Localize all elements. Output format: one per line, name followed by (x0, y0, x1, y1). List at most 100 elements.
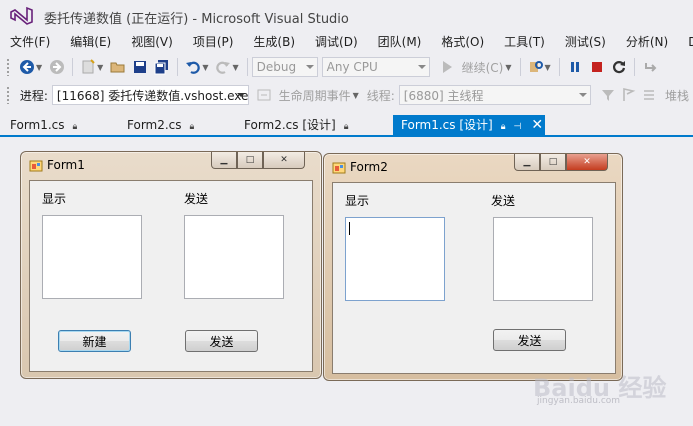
form2-window[interactable]: Form2 ▁ □ ✕ 显示 发送 发送 (323, 153, 623, 381)
debug-location-toolbar: 进程: [11668] 委托传递数值.vshost.exe 生命周期事件 ▼ 线… (0, 82, 693, 108)
stack-frame-button[interactable] (642, 86, 659, 104)
lifecycle-events-label[interactable]: 生命周期事件 (279, 87, 351, 104)
lock-icon: 🔒︎ (189, 122, 195, 132)
form-icon (332, 162, 346, 174)
restart-button[interactable] (610, 58, 628, 76)
lock-icon: 🔒︎ (72, 122, 78, 132)
return-arrow-icon (644, 63, 657, 72)
chevron-down-icon (305, 65, 314, 69)
restart-icon (612, 61, 625, 74)
toolbar-separator (519, 58, 521, 76)
open-file-button[interactable] (109, 58, 127, 76)
watermark-url: jingyan.baidu.com (537, 396, 621, 406)
thread-select[interactable]: [6880] 主线程 (398, 85, 592, 105)
continue-dropdown-icon[interactable]: ▼ (505, 63, 511, 72)
show-next-statement-button[interactable] (641, 58, 659, 76)
close-button[interactable]: ✕ (263, 152, 305, 169)
menu-test[interactable]: 测试(S) (555, 32, 616, 52)
pin-icon[interactable]: ⊣ (514, 122, 522, 132)
process-label: 进程: (19, 88, 48, 103)
maximize-icon: □ (245, 155, 255, 165)
forward-button[interactable] (48, 58, 66, 76)
continue-label[interactable]: 继续(C) (462, 59, 504, 76)
stop-debugging-button[interactable] (588, 58, 606, 76)
menu-format[interactable]: 格式(O) (431, 32, 494, 52)
forward-arrow-icon (50, 60, 65, 74)
close-icon: ✕ (583, 157, 591, 167)
new-dropdown-icon[interactable]: ▼ (97, 63, 103, 72)
new-project-button[interactable] (79, 58, 97, 76)
toolbar-grip[interactable] (6, 58, 10, 76)
close-button[interactable]: ✕ (566, 154, 608, 171)
back-dropdown-icon[interactable]: ▼ (36, 63, 42, 72)
toolbar-separator (246, 58, 248, 76)
tab-label: Form1.cs (10, 118, 65, 132)
form1-send-button[interactable]: 发送 (185, 330, 258, 352)
tab-form1-design[interactable]: Form1.cs [设计] 🔒︎ ⊣ ✕ (393, 115, 545, 135)
menu-tools[interactable]: 工具(T) (494, 32, 555, 52)
menu-view[interactable]: 视图(V) (121, 32, 183, 52)
form2-title: Form2 (350, 160, 388, 174)
stop-icon (591, 62, 602, 72)
menu-build[interactable]: 生成(B) (243, 32, 305, 52)
minimize-icon: ▁ (220, 155, 228, 165)
continue-button[interactable] (438, 58, 456, 76)
tab-form2-cs[interactable]: Form2.cs 🔒︎ (119, 115, 231, 135)
break-all-button[interactable] (566, 58, 584, 76)
title-bar: 委托传递数值 (正在运行) - Microsoft Visual Studio (0, 0, 693, 32)
toggle-thread-flag-button[interactable] (599, 86, 616, 104)
document-tab-strip: Form1.cs 🔒︎ Form2.cs 🔒︎ Form2.cs [设计] 🔒︎ Fo… (0, 115, 693, 137)
redo-button[interactable] (214, 58, 232, 76)
stack-frame-label: 堆栈 (665, 88, 690, 103)
minimize-button[interactable]: ▁ (211, 152, 237, 169)
form2-display-textbox[interactable] (345, 217, 445, 301)
close-icon[interactable]: ✕ (531, 115, 543, 135)
find-dropdown-icon[interactable]: ▼ (545, 63, 551, 72)
form2-label-display: 显示 (345, 194, 370, 208)
menu-project[interactable]: 项目(P) (183, 32, 244, 52)
save-button[interactable] (131, 58, 149, 76)
form1-client-area: 显示 发送 新建 发送 (29, 180, 313, 372)
back-button[interactable] (18, 58, 36, 76)
filter-icon (601, 90, 614, 101)
menu-file[interactable]: 文件(F) (0, 32, 60, 52)
process-select[interactable]: [11668] 委托传递数值.vshost.exe (51, 85, 250, 105)
tab-form2-design[interactable]: Form2.cs [设计] 🔒︎ (236, 115, 388, 135)
minimize-button[interactable]: ▁ (514, 154, 540, 171)
lifecycle-events-button[interactable] (255, 86, 272, 104)
menu-team[interactable]: 团队(M) (368, 32, 432, 52)
form2-send-textbox[interactable] (493, 217, 593, 301)
save-icon (134, 61, 147, 73)
maximize-button[interactable]: □ (237, 152, 263, 169)
form2-send-button[interactable]: 发送 (493, 329, 566, 351)
redo-dropdown-icon[interactable]: ▼ (232, 63, 238, 72)
toolbar-separator (72, 58, 74, 76)
menu-dev[interactable]: Dev (678, 32, 693, 52)
solution-platform-select[interactable]: Any CPU (321, 57, 430, 77)
form1-new-button[interactable]: 新建 (58, 330, 131, 352)
back-arrow-icon (20, 60, 34, 74)
show-flagged-threads-button[interactable] (620, 86, 637, 104)
form2-client-area: 显示 发送 发送 (332, 182, 616, 374)
menu-debug[interactable]: 调试(D) (305, 32, 368, 52)
form1-send-textbox[interactable] (184, 215, 284, 299)
form2-label-send: 发送 (491, 194, 516, 208)
find-button[interactable] (527, 58, 545, 76)
tab-form1-cs[interactable]: Form1.cs 🔒︎ (2, 115, 114, 135)
maximize-button[interactable]: □ (540, 154, 566, 171)
menu-edit[interactable]: 编辑(E) (60, 32, 121, 52)
process-value: [11668] 委托传递数值.vshost.exe (56, 88, 249, 103)
form1-display-textbox[interactable] (42, 215, 142, 299)
solution-configuration-select[interactable]: Debug (251, 57, 318, 77)
thread-value: [6880] 主线程 (403, 88, 484, 103)
window-title: 委托传递数值 (正在运行) - Microsoft Visual Studio (44, 12, 349, 27)
form1-window[interactable]: Form1 ▁ □ ✕ 显示 发送 新建 发送 (20, 151, 322, 379)
save-all-button[interactable] (153, 58, 171, 76)
menu-analyze[interactable]: 分析(N) (616, 32, 678, 52)
save-all-icon (154, 60, 169, 75)
form1-caption-buttons: ▁ □ ✕ (211, 152, 305, 170)
undo-dropdown-icon[interactable]: ▼ (202, 63, 208, 72)
toolbar-grip[interactable] (6, 86, 10, 104)
undo-button[interactable] (184, 58, 202, 76)
lifecycle-dropdown-icon[interactable]: ▼ (353, 91, 359, 100)
